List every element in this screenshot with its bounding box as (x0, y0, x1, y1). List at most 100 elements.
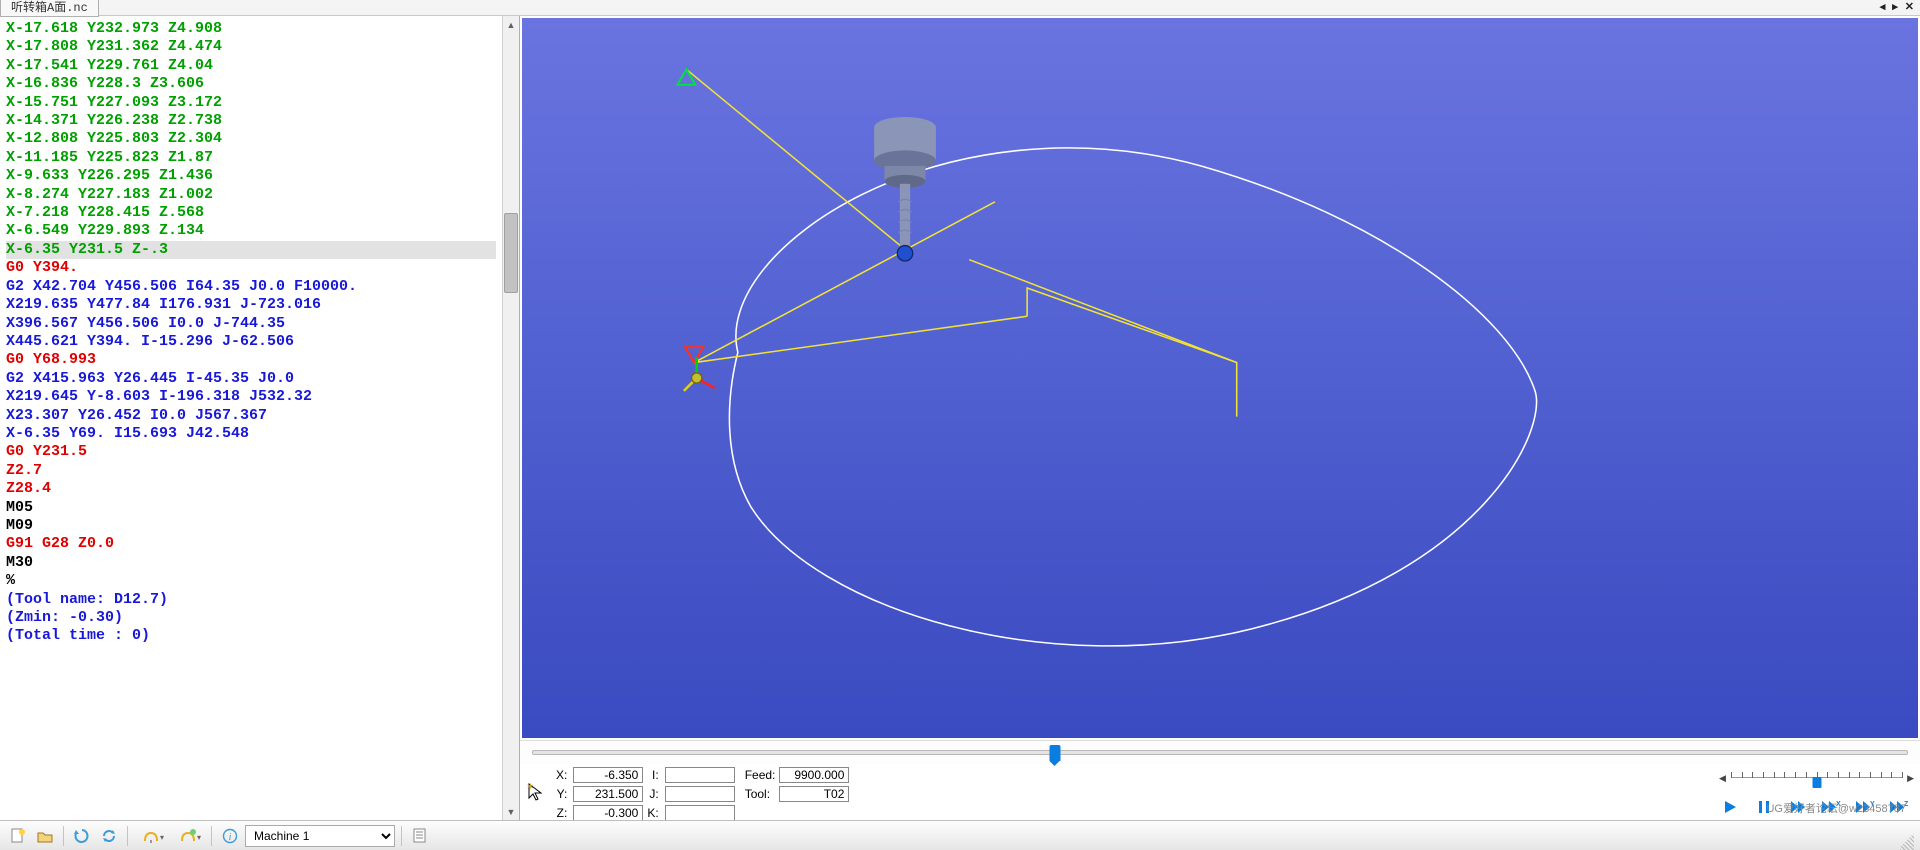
gcode-line[interactable]: X-16.836 Y228.3 Z3.606 (6, 75, 496, 93)
open-file-icon[interactable] (33, 824, 57, 848)
gcode-line[interactable]: Z28.4 (6, 480, 496, 498)
gcode-line[interactable]: X-11.185 Y225.823 Z1.87 (6, 149, 496, 167)
gcode-line[interactable]: Z2.7 (6, 462, 496, 480)
gcode-line[interactable]: X23.307 Y26.452 I0.0 J567.367 (6, 407, 496, 425)
scrollbar-thumb[interactable] (504, 213, 518, 293)
gcode-line[interactable]: X-9.633 Y226.295 Z1.436 (6, 167, 496, 185)
gcode-line[interactable]: G0 Y394. (6, 259, 496, 277)
z-value[interactable] (573, 805, 643, 821)
gcode-line[interactable]: X-6.35 Y69. I15.693 J42.548 (6, 425, 496, 443)
viewport-svg (522, 18, 1918, 738)
toolpath-contour (729, 148, 1536, 646)
start-marker-icon (677, 69, 695, 84)
speed-slower-icon[interactable]: ◀ (1719, 773, 1726, 784)
bottom-toolbar: i Machine 1 (0, 820, 1920, 850)
gcode-line[interactable]: X219.635 Y477.84 I176.931 J-723.016 (6, 296, 496, 314)
y-label: Y: (556, 787, 569, 801)
z-label: Z: (556, 806, 569, 820)
gcode-line[interactable]: X-8.274 Y227.183 Z1.002 (6, 186, 496, 204)
rapid-line (969, 260, 1236, 363)
prev-window-icon[interactable]: ◂ (1878, 0, 1888, 13)
gcode-line[interactable]: M30 (6, 554, 496, 572)
gcode-line[interactable]: X-6.549 Y229.893 Z.134 (6, 222, 496, 240)
svg-text:i: i (229, 832, 232, 843)
svg-text:✶: ✶ (527, 782, 534, 793)
scroll-up-icon[interactable]: ▲ (503, 16, 519, 33)
feed-tool-readout: Feed: Tool: (745, 766, 850, 818)
gcode-panel: X-17.618 Y232.973 Z4.908X-17.808 Y231.36… (0, 16, 520, 820)
tool-label: Tool: (745, 787, 776, 801)
gcode-line[interactable]: X-17.808 Y231.362 Z4.474 (6, 38, 496, 56)
gcode-line[interactable]: M09 (6, 517, 496, 535)
speed-faster-icon[interactable]: ▶ (1907, 773, 1914, 784)
gcode-line[interactable]: (Tool name: D12.7) (6, 591, 496, 609)
gcode-line[interactable]: X219.645 Y-8.603 I-196.318 J532.32 (6, 388, 496, 406)
notes-icon[interactable] (408, 824, 432, 848)
gcode-line[interactable]: X-15.751 Y227.093 Z3.172 (6, 94, 496, 112)
view-tool-icon[interactable] (171, 824, 205, 848)
refresh-icon[interactable] (97, 824, 121, 848)
gcode-line[interactable]: X-6.35 Y231.5 Z-.3 (6, 241, 496, 259)
rapid-line (694, 316, 1027, 362)
slider-thumb[interactable] (1050, 745, 1061, 761)
gcode-line[interactable]: G0 Y231.5 (6, 443, 496, 461)
reload-icon[interactable] (70, 824, 94, 848)
i-label: I: (647, 768, 660, 782)
x-value[interactable] (573, 767, 643, 783)
zoom-tool-icon[interactable] (134, 824, 168, 848)
y-value[interactable] (573, 786, 643, 802)
gcode-line[interactable]: % (6, 572, 496, 590)
gcode-line[interactable]: G0 Y68.993 (6, 351, 496, 369)
gcode-line[interactable]: X-17.618 Y232.973 Z4.908 (6, 20, 496, 38)
gcode-listing[interactable]: X-17.618 Y232.973 Z4.908X-17.808 Y231.36… (0, 16, 502, 820)
gcode-scrollbar[interactable]: ▲ ▼ (502, 16, 519, 820)
scrollbar-track[interactable] (503, 33, 519, 803)
cursor-icon: ✶ (526, 766, 546, 818)
gcode-line[interactable]: (Zmin: -0.30) (6, 609, 496, 627)
gcode-line[interactable]: X-7.218 Y228.415 Z.568 (6, 204, 496, 222)
rapid-line (686, 69, 905, 249)
gcode-line[interactable]: G2 X415.963 Y26.445 I-45.35 J0.0 (6, 370, 496, 388)
tool-value[interactable] (779, 786, 849, 802)
slider-track[interactable] (532, 750, 1908, 755)
resize-grip-icon[interactable] (1900, 822, 1914, 850)
new-file-icon[interactable] (6, 824, 30, 848)
play-button[interactable] (1719, 798, 1741, 816)
gcode-line[interactable]: G91 G28 Z0.0 (6, 535, 496, 553)
gcode-line[interactable]: M05 (6, 499, 496, 517)
window-controls: ◂ ▸ ✕ (1878, 0, 1916, 13)
gcode-line[interactable]: X396.567 Y456.506 I0.0 J-744.35 (6, 315, 496, 333)
next-window-icon[interactable]: ▸ (1890, 0, 1900, 13)
coordinates-readout: X: I: Y: J: Z: K: (556, 766, 735, 818)
close-window-icon[interactable]: ✕ (1903, 0, 1916, 13)
gcode-line[interactable]: X-17.541 Y229.761 Z4.04 (6, 57, 496, 75)
watermark: UG爱好者论坛@w23458787 (1766, 800, 1906, 816)
gcode-line[interactable]: G2 X42.704 Y456.506 I64.35 J0.0 F10000. (6, 278, 496, 296)
k-label: K: (647, 806, 660, 820)
3d-viewport[interactable] (522, 18, 1918, 738)
file-tab[interactable]: 听转箱A面.nc (0, 0, 99, 17)
end-marker-icon (685, 347, 703, 362)
j-label: J: (647, 787, 660, 801)
i-value[interactable] (665, 767, 735, 783)
playback-slider[interactable] (520, 740, 1920, 764)
machine-select[interactable]: Machine 1 (245, 825, 395, 847)
feed-label: Feed: (745, 768, 776, 782)
rapid-line (694, 202, 995, 363)
info-icon[interactable]: i (218, 824, 242, 848)
gcode-line[interactable]: X-12.808 Y225.803 Z2.304 (6, 130, 496, 148)
j-value[interactable] (665, 786, 735, 802)
tool-holder-icon (874, 117, 936, 261)
speed-knob[interactable] (1812, 777, 1821, 788)
main-area: X-17.618 Y232.973 Z4.908X-17.808 Y231.36… (0, 16, 1920, 820)
k-value[interactable] (665, 805, 735, 821)
gcode-line[interactable]: (Total time : 0) (6, 627, 496, 645)
gcode-line[interactable]: X445.621 Y394. I-15.296 J-62.506 (6, 333, 496, 351)
gcode-line[interactable]: X-14.371 Y226.238 Z2.738 (6, 112, 496, 130)
scroll-down-icon[interactable]: ▼ (503, 803, 519, 820)
x-label: X: (556, 768, 569, 782)
status-row: ✶ X: I: Y: J: Z: K: Feed: Tool: (520, 764, 1920, 820)
speed-slider[interactable]: ◀ ▶ (1719, 768, 1914, 784)
feed-value[interactable] (779, 767, 849, 783)
title-bar: 听转箱A面.nc ◂ ▸ ✕ (0, 0, 1920, 16)
